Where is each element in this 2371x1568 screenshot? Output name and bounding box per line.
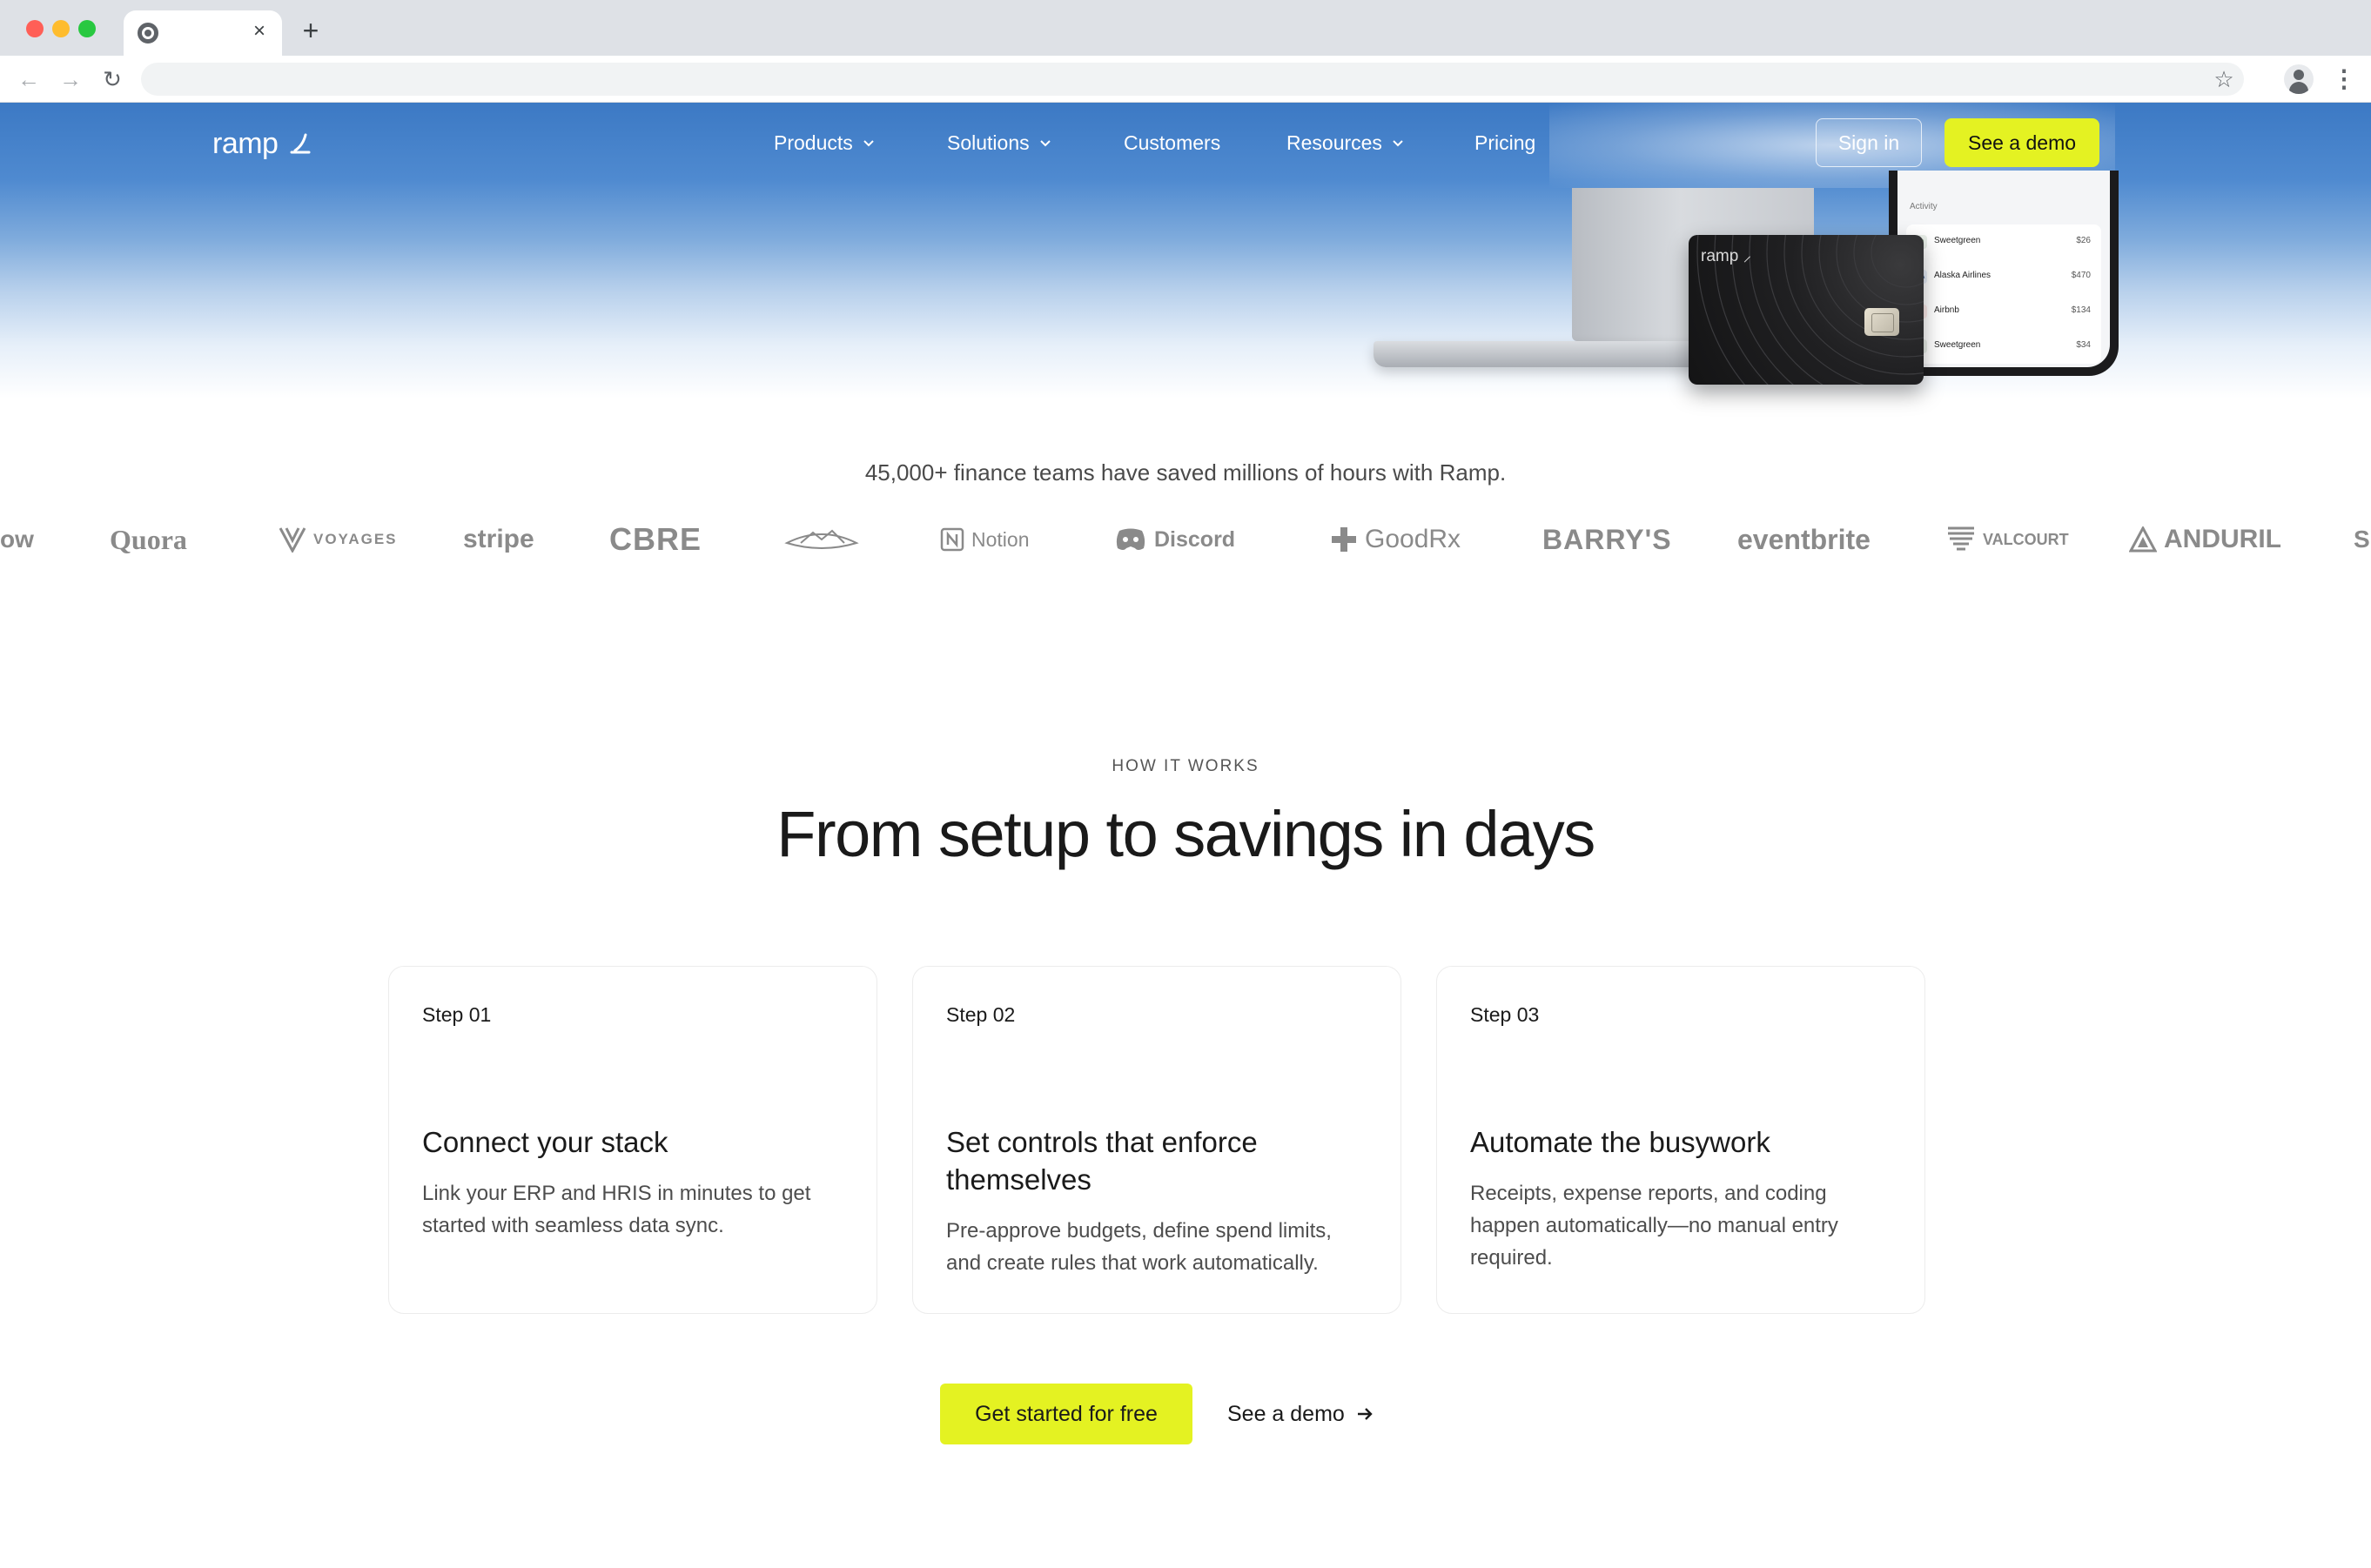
valcourt-icon [1948,526,1974,551]
see-demo-link-label: See a demo [1227,1401,1345,1426]
logo-text: ramp [212,126,279,160]
step-description: Receipts, expense reports, and coding ha… [1470,1182,1838,1270]
bookmark-star-icon[interactable]: ☆ [2211,66,2237,92]
step-card: Step 03 Automate the busywork Receipts, … [1436,966,1925,1314]
see-demo-button[interactable]: See a demo [1944,118,2099,167]
logo-partial-left: ow [0,526,34,553]
nav-pricing[interactable]: Pricing [1474,127,1535,158]
merchant-name: Alaska Airlines [1934,271,1992,280]
chevron-down-icon [863,140,874,147]
ramp-logo[interactable]: ramp [212,122,314,165]
phone-screen: Activity sg Sweetgreen $26 AA Alaska Air… [1897,171,2110,367]
nav-pricing-label: Pricing [1474,131,1536,154]
customer-logo-strip: ow Quora VOYAGES stripe CBRE Notion Disc… [0,513,2371,566]
step-card: Step 02 Set controls that enforce themse… [912,966,1401,1314]
see-demo-link[interactable]: See a demo [1227,1384,1374,1444]
logo-discord: Discord [1114,513,1235,566]
discord-icon [1116,528,1145,550]
arrow-right-icon [1357,1408,1373,1420]
logo-goodrx: GoodRx [1330,513,1461,566]
logo-eventbrite: eventbrite [1737,523,1871,555]
section-headline: From setup to savings in days [776,798,1595,870]
step-number: Step 02 [946,1003,1016,1026]
activity-row: AA Alaska Airlines $470 [1906,259,2101,294]
logo-stripe: stripe [463,525,534,553]
goodrx-icon [1332,527,1356,552]
nav-resources[interactable]: Resources [1286,127,1405,158]
transaction-amount: $34 [2076,340,2091,350]
transaction-amount: $26 [2076,236,2091,245]
transaction-amount: $134 [2071,305,2091,315]
step-title: Automate the busywork [1470,1126,1770,1158]
sign-in-button[interactable]: Sign in [1816,118,1922,167]
maximize-window-button[interactable] [78,20,96,37]
get-started-button[interactable]: Get started for free [940,1384,1192,1444]
step-number: Step 03 [1470,1003,1540,1026]
notion-icon [940,527,964,552]
browser-menu-icon[interactable]: ⋮ [2329,64,2359,94]
logo-sierra-nevada [783,513,860,566]
browser-toolbar: ← → ↻ ☆ ⋮ [0,56,2371,103]
logo-barrys: BARRY'S [1542,523,1672,555]
card-chip [1864,308,1899,336]
activity-row: sg Sweetgreen $34 [1906,329,2101,364]
forward-arrow-icon[interactable]: → [56,64,85,94]
merchant-name: Sweetgreen [1934,340,1981,350]
new-tab-button[interactable]: + [296,16,326,45]
activity-card: sg Sweetgreen $26 AA Alaska Airlines $47… [1906,224,2101,364]
back-arrow-icon[interactable]: ← [14,64,44,94]
address-bar[interactable]: ☆ [141,63,2244,96]
ramp-card-illustration: ramp ⸝ [1689,235,1924,385]
nav-products[interactable]: Products [774,127,876,158]
step-title: Connect your stack [422,1126,668,1158]
logo-partial-right: S [2354,526,2370,553]
logo-voyages: VOYAGES [279,513,398,566]
trust-statement: 45,000+ finance teams have saved million… [864,459,1507,486]
step-description: Pre-approve budgets, define spend limits… [946,1219,1332,1275]
ramp-logo-icon [290,133,311,154]
merchant-name: Airbnb [1934,305,1959,315]
browser-tab-bar: × + [0,0,2371,56]
profile-avatar-icon[interactable] [2284,64,2314,94]
logo-notion: Notion [940,513,1029,566]
nav-resources-label: Resources [1286,131,1382,154]
chevron-down-icon [1393,140,1403,147]
logo-cbre: CBRE [609,521,702,557]
sierra-nevada-emblem-icon [784,529,859,549]
step-card: Step 01 Connect your stack Link your ERP… [388,966,877,1314]
logo-anduril: ANDURIL [2129,513,2281,566]
tab-close-icon[interactable]: × [247,19,272,44]
nav-customers[interactable]: Customers [1124,127,1220,158]
logo-valcourt: VALCOURT [1946,513,2069,566]
section-eyebrow: HOW IT WORKS [1112,757,1259,775]
nav-solutions-label: Solutions [947,131,1030,154]
logo-quora: Quora [110,523,187,555]
voyages-icon [279,527,306,553]
transaction-amount: $470 [2071,271,2091,280]
chevron-down-icon [1039,140,1051,147]
merchant-name: Sweetgreen [1934,236,1981,245]
step-description: Link your ERP and HRIS in minutes to get… [422,1182,811,1237]
step-title: Set controls that enforce themselves [946,1126,1258,1196]
chrome-icon [138,23,158,44]
nav-customers-label: Customers [1124,131,1221,154]
anduril-icon [2129,526,2157,553]
monitor-base-illustration [1374,341,1704,367]
step-number: Step 01 [422,1003,492,1026]
minimize-window-button[interactable] [52,20,70,37]
card-brand: ramp ⸝ [1701,247,1752,265]
browser-tab[interactable]: × [124,10,282,56]
activity-row: sg Sweetgreen $26 [1906,224,2101,259]
close-window-button[interactable] [26,20,44,37]
reload-icon[interactable]: ↻ [97,64,127,94]
activity-row: ◊ Airbnb $134 [1906,294,2101,329]
activity-label: Activity [1910,202,1938,211]
nav-products-label: Products [774,131,853,154]
nav-solutions[interactable]: Solutions [947,127,1052,158]
